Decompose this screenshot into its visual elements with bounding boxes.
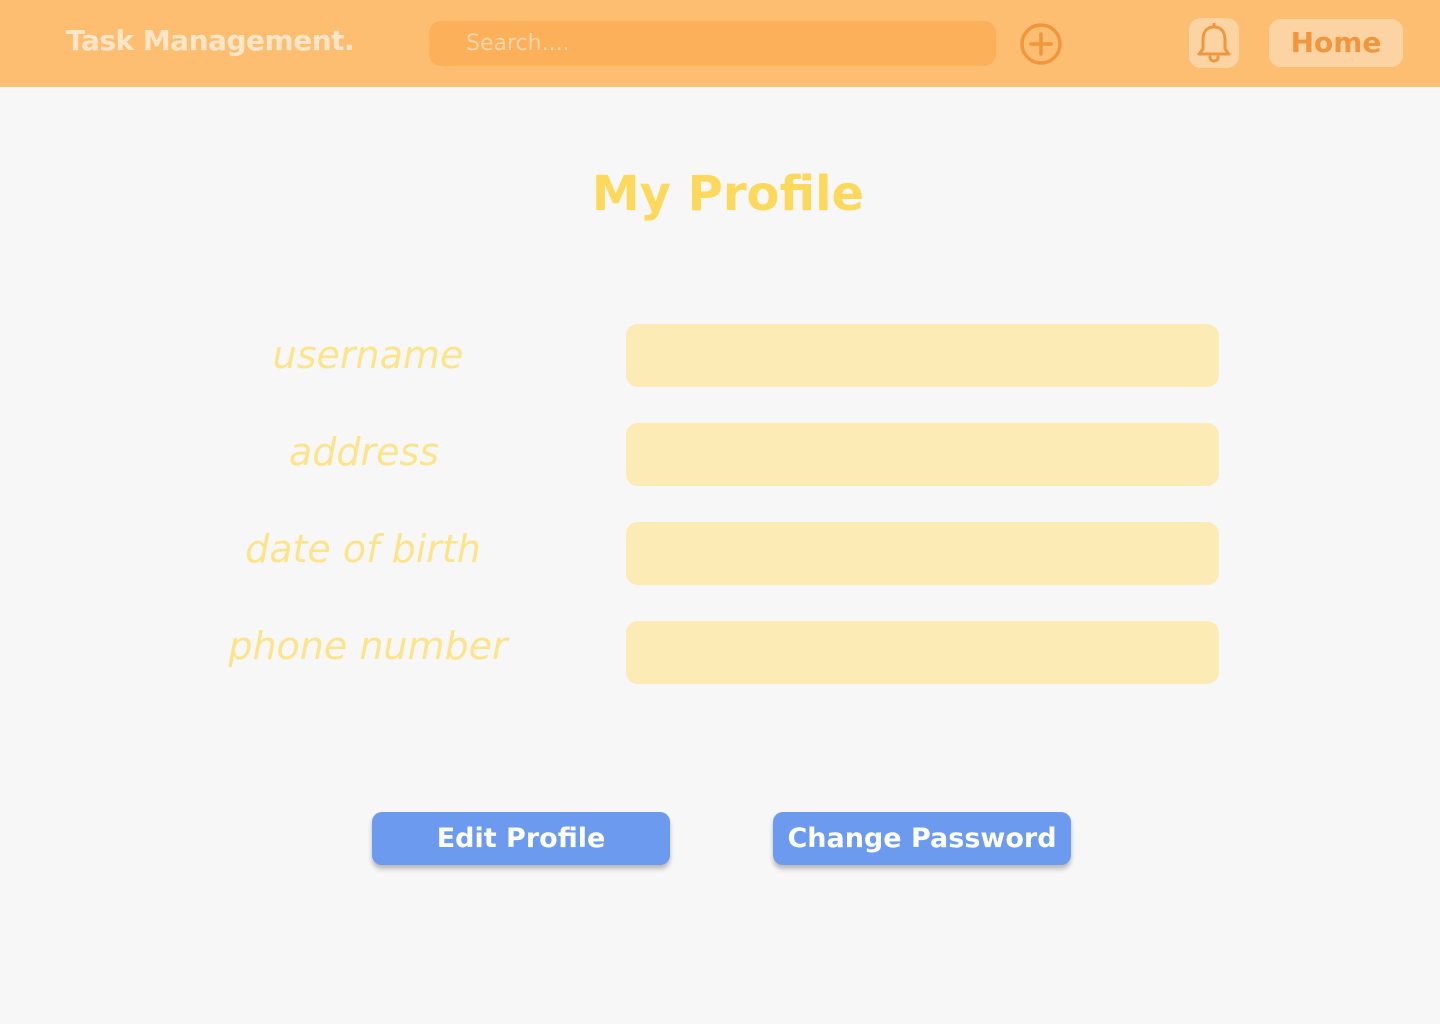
home-button[interactable]: Home [1269, 19, 1403, 67]
page-title: My Profile [591, 166, 865, 222]
edit-profile-button[interactable]: Edit Profile [372, 812, 670, 865]
app-logo-text[interactable]: Task Management. [66, 24, 355, 57]
top-navbar: Task Management. Home [0, 0, 1440, 87]
username-field[interactable] [626, 324, 1219, 387]
phone-number-label: phone number [228, 624, 508, 668]
address-label: address [288, 430, 440, 474]
change-password-button[interactable]: Change Password [773, 812, 1071, 865]
notifications-button[interactable] [1189, 18, 1239, 68]
search-input[interactable] [429, 21, 996, 66]
username-label: username [272, 333, 464, 377]
phone-number-field[interactable] [626, 621, 1219, 684]
address-field[interactable] [626, 423, 1219, 486]
date-of-birth-label: date of birth [245, 527, 481, 571]
plus-circle-icon [1020, 23, 1062, 65]
bell-icon [1197, 23, 1231, 63]
date-of-birth-field[interactable] [626, 522, 1219, 585]
add-task-button[interactable] [1019, 22, 1063, 66]
